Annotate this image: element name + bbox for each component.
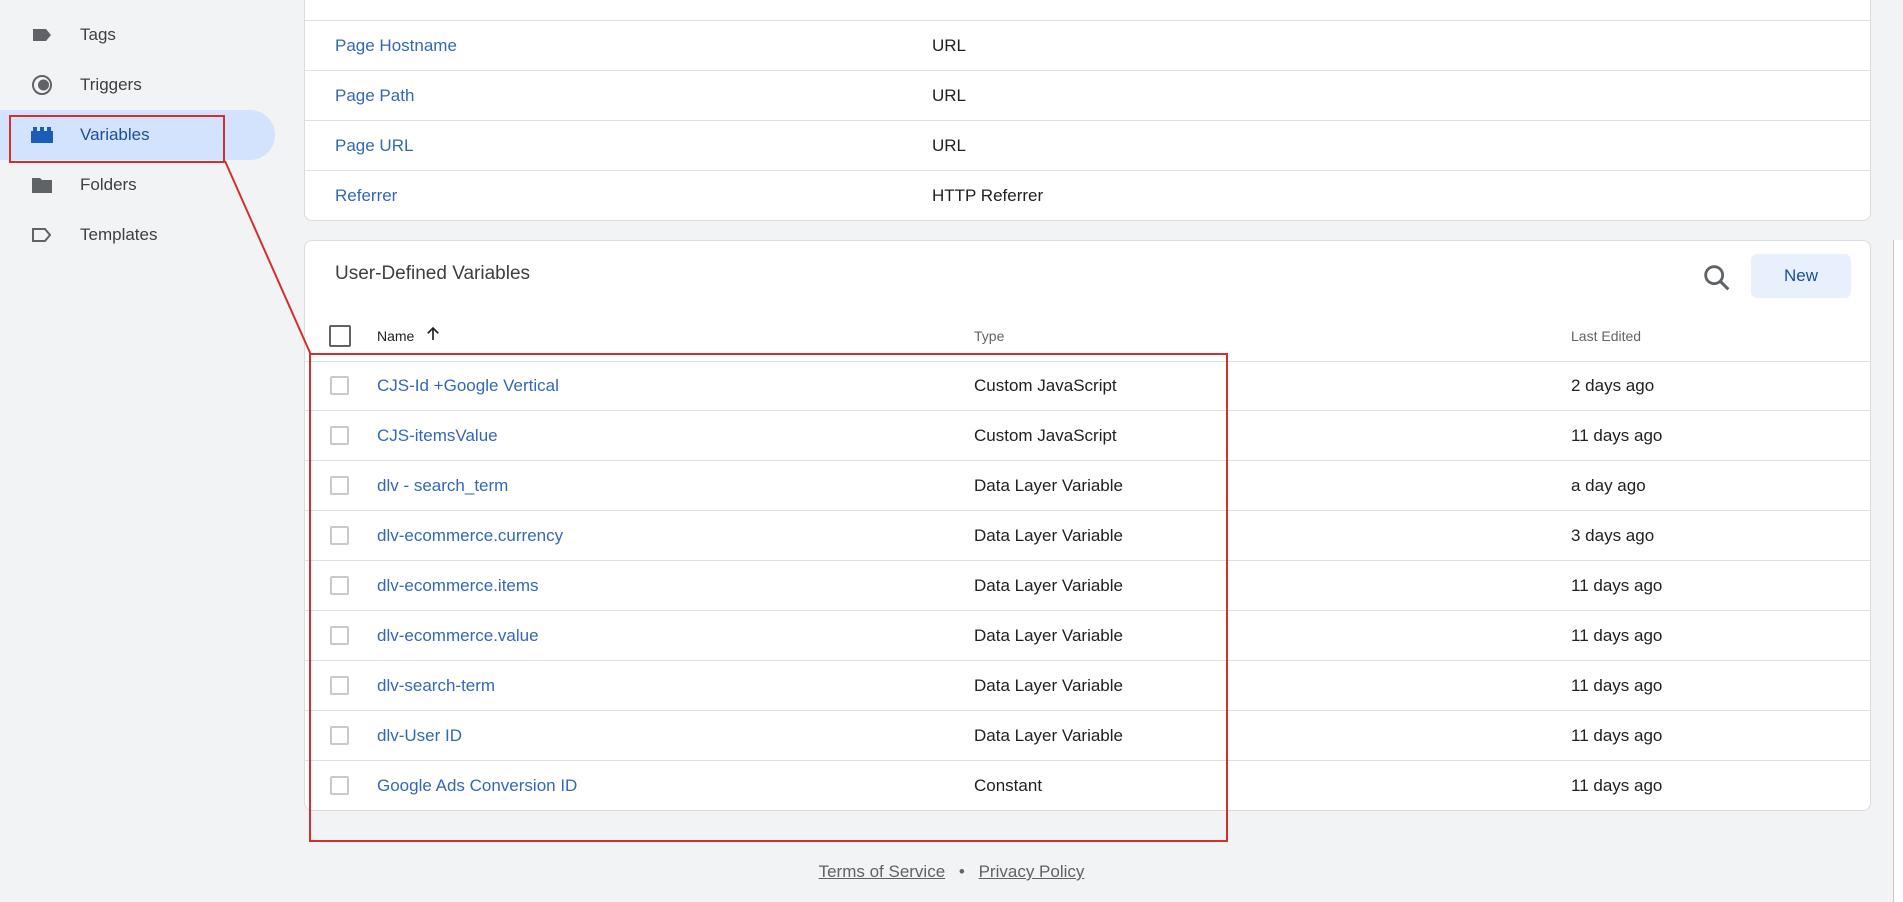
user-defined-variables-card: User-Defined Variables New Name Type Las… [304,240,1871,811]
variable-name-link[interactable]: dlv-search-term [377,676,495,696]
variable-name-link[interactable]: dlv-ecommerce.items [377,576,539,596]
table-row[interactable]: Referrer HTTP Referrer [305,170,1870,220]
variable-name-link[interactable]: Page Path [335,86,414,106]
builtin-variables-card: Page Hostname URL Page Path URL Page URL… [304,0,1871,221]
variable-type: Data Layer Variable [974,526,1123,545]
footer: Terms of Service • Privacy Policy [0,862,1903,882]
last-edited: 2 days ago [1571,376,1655,395]
variable-type: Custom JavaScript [974,376,1117,395]
table-row[interactable]: Google Ads Conversion ID Constant 11 day… [305,761,1870,810]
sidebar-item-variables[interactable]: Variables [0,110,275,160]
variable-type: Constant [974,776,1043,795]
sidebar-item-templates[interactable]: Templates [0,210,275,260]
last-edited: 11 days ago [1571,426,1663,445]
last-edited: 11 days ago [1571,676,1663,695]
table-row[interactable]: dlv - search_term Data Layer Variable a … [305,461,1870,511]
table-row[interactable]: dlv-ecommerce.value Data Layer Variable … [305,611,1870,661]
folder-icon [32,178,52,193]
column-header-name[interactable]: Name [377,328,414,344]
arrow-up-icon[interactable] [424,325,442,343]
terms-of-service-link[interactable]: Terms of Service [819,862,946,881]
row-checkbox[interactable] [330,776,349,795]
table-row[interactable]: dlv-ecommerce.items Data Layer Variable … [305,561,1870,611]
last-edited: a day ago [1571,476,1646,495]
row-checkbox[interactable] [330,526,349,545]
row-checkbox[interactable] [330,676,349,695]
sidebar-item-label: Folders [80,175,137,194]
variable-name-link[interactable]: dlv - search_term [377,476,508,496]
column-header-type: Type [974,328,1005,344]
sidebar-item-tags[interactable]: Tags [0,10,275,60]
last-edited: 3 days ago [1571,526,1655,545]
search-icon[interactable] [1700,261,1734,295]
row-checkbox[interactable] [330,626,349,645]
table-row[interactable]: Page URL URL [305,120,1870,171]
table-row[interactable]: dlv-User ID Data Layer Variable 11 days … [305,711,1870,761]
row-checkbox[interactable] [330,576,349,595]
variable-type: URL [932,136,967,155]
variable-type: Data Layer Variable [974,576,1123,595]
table-row[interactable]: Page Path URL [305,70,1870,121]
sidebar-item-label: Triggers [80,75,142,94]
last-edited: 11 days ago [1571,626,1663,645]
select-all-checkbox[interactable] [329,325,351,347]
sidebar-item-label: Tags [80,25,116,44]
variable-type: Data Layer Variable [974,476,1123,495]
variable-type: URL [932,36,967,55]
trigger-icon [32,75,52,95]
table-header: Name Type Last Edited [305,311,1870,362]
row-checkbox[interactable] [330,426,349,445]
variable-name-link[interactable]: CJS-Id +Google Vertical [377,376,559,396]
variable-type: URL [932,86,967,105]
table-row[interactable]: Page Hostname URL [305,20,1870,71]
row-checkbox[interactable] [330,726,349,745]
variable-name-link[interactable]: Page Hostname [335,36,457,56]
variable-name-link[interactable]: dlv-ecommerce.value [377,626,539,646]
sidebar-item-folders[interactable]: Folders [0,160,275,210]
variable-type: Data Layer Variable [974,676,1123,695]
sidebar: Tags Triggers Variables Folders Template… [0,0,285,902]
column-header-last-edited: Last Edited [1571,328,1642,344]
variable-type: Custom JavaScript [974,426,1117,445]
tag-icon [33,29,51,41]
variable-name-link[interactable]: CJS-itemsValue [377,426,498,446]
section-title: User-Defined Variables [335,263,531,284]
sidebar-item-label: Variables [80,125,150,144]
variable-name-link[interactable]: Page URL [335,136,413,156]
last-edited: 11 days ago [1571,726,1663,745]
variable-name-link[interactable]: Referrer [335,186,397,206]
table-row[interactable]: dlv-search-term Data Layer Variable 11 d… [305,661,1870,711]
last-edited: 11 days ago [1571,576,1663,595]
row-checkbox[interactable] [330,476,349,495]
table-row[interactable]: CJS-itemsValue Custom JavaScript 11 days… [305,411,1870,461]
sidebar-item-triggers[interactable]: Triggers [0,60,275,110]
table-row[interactable]: dlv-ecommerce.currency Data Layer Variab… [305,511,1870,561]
variable-type: HTTP Referrer [932,186,1044,205]
footer-separator: • [958,862,965,881]
variable-name-link[interactable]: Google Ads Conversion ID [377,776,577,796]
scrollbar[interactable] [1893,240,1903,902]
variables-icon [31,127,53,143]
row-checkbox[interactable] [330,376,349,395]
variable-name-link[interactable]: dlv-User ID [377,726,462,746]
variable-name-link[interactable]: dlv-ecommerce.currency [377,526,563,546]
table-row[interactable]: CJS-Id +Google Vertical Custom JavaScrip… [305,361,1870,411]
sidebar-item-label: Templates [80,225,158,244]
last-edited: 11 days ago [1571,776,1663,795]
privacy-policy-link[interactable]: Privacy Policy [979,862,1085,881]
template-icon [32,228,52,242]
new-variable-button[interactable]: New [1751,254,1851,298]
variable-type: Data Layer Variable [974,626,1123,645]
variables-list: CJS-Id +Google Vertical Custom JavaScrip… [305,361,1870,810]
variable-type: Data Layer Variable [974,726,1123,745]
